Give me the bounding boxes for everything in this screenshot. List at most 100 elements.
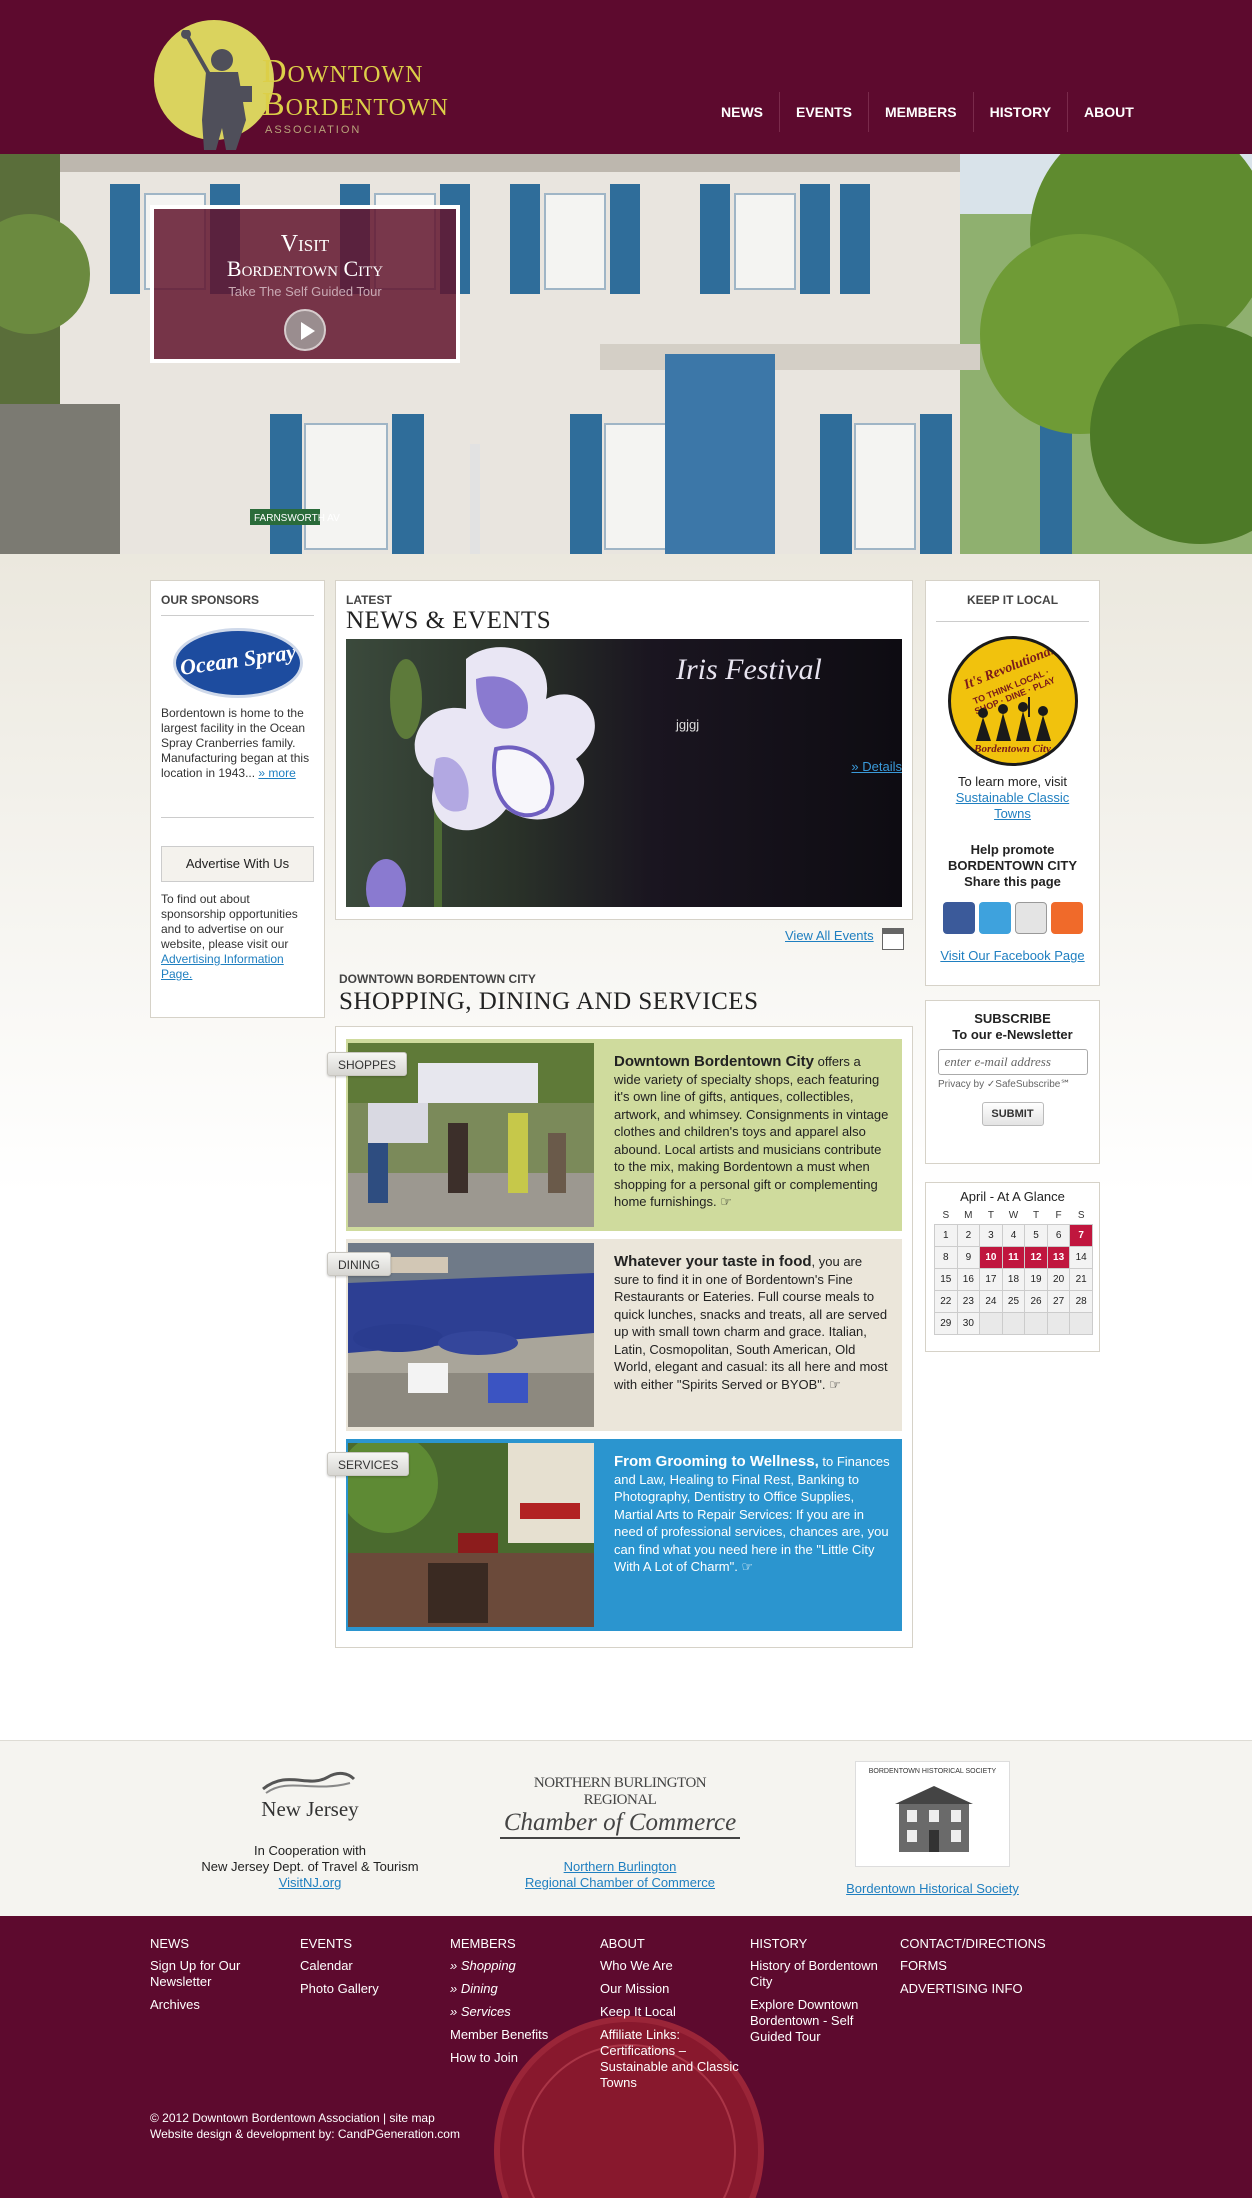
self-guided-tour-promo[interactable]: Visit Bordentown City Take The Self Guid…: [150, 205, 460, 363]
footer-link[interactable]: Sign Up for Our Newsletter: [150, 1958, 290, 1990]
advertising-info-link[interactable]: Advertising Information Page.: [161, 952, 284, 981]
chamber-logo[interactable]: NORTHERN BURLINGTON REGIONAL Chamber of …: [500, 1775, 740, 1839]
keep-local-text: To learn more, visit: [957, 774, 1068, 789]
slide-details-link[interactable]: » Details: [851, 759, 902, 774]
nav-members[interactable]: MEMBERS: [869, 92, 974, 132]
calendar-day[interactable]: 27: [1046, 1289, 1071, 1313]
footer-link[interactable]: Member Benefits: [450, 2027, 590, 2043]
calendar-day[interactable]: 13: [1046, 1245, 1071, 1269]
nav-events[interactable]: EVENTS: [780, 92, 870, 132]
services-lead: From Grooming to Wellness,: [614, 1453, 819, 1470]
calendar-day[interactable]: 24: [979, 1289, 1003, 1313]
calendar-day[interactable]: 14: [1069, 1245, 1093, 1269]
footer-link[interactable]: Archives: [150, 1997, 290, 2013]
calendar-day[interactable]: 16: [956, 1267, 981, 1291]
play-icon[interactable]: [284, 309, 326, 351]
calendar-day[interactable]: 22: [934, 1289, 958, 1313]
chamber-link-line1[interactable]: Northern Burlington: [490, 1859, 750, 1875]
calendar-day[interactable]: 1: [934, 1223, 958, 1247]
nj-logo-text[interactable]: New Jersey: [250, 1797, 370, 1822]
tab-shoppes[interactable]: SHOPPES: [327, 1052, 408, 1076]
twitter-icon[interactable]: [978, 902, 1011, 934]
footer-heading[interactable]: HISTORY: [750, 1936, 890, 1952]
calendar-day[interactable]: 26: [1024, 1289, 1048, 1313]
calendar-day[interactable]: 2: [956, 1223, 981, 1247]
services-row[interactable]: From Grooming to Wellness, to Finances a…: [346, 1439, 902, 1631]
footer-link[interactable]: Affiliate Links: Certifications – Sustai…: [600, 2027, 740, 2091]
historical-society-logo[interactable]: BORDENTOWN HISTORICAL SOCIETY: [855, 1761, 1010, 1867]
shoppes-row[interactable]: Downtown Bordentown City offers a wide v…: [346, 1039, 902, 1231]
sponsor-more-link[interactable]: » more: [258, 766, 295, 780]
tab-dining[interactable]: DINING: [327, 1252, 391, 1276]
visitnj-link[interactable]: VisitNJ.org: [279, 1875, 342, 1890]
footer-heading[interactable]: CONTACT/DIRECTIONS: [900, 1936, 1046, 1952]
nav-about[interactable]: ABOUT: [1068, 92, 1150, 132]
footer-link[interactable]: Calendar: [300, 1958, 440, 1974]
calendar-day[interactable]: 12: [1024, 1245, 1048, 1269]
revolutionary-badge[interactable]: It's Revolutionary TO THINK LOCAL · SHOP…: [947, 636, 1078, 766]
footer-heading[interactable]: ABOUT: [600, 1936, 740, 1952]
facebook-page-link[interactable]: Visit Our Facebook Page: [926, 948, 1099, 963]
footer-link[interactable]: Keep It Local: [600, 2004, 740, 2020]
footer-link[interactable]: ADVERTISING INFO: [900, 1981, 1040, 1997]
calendar-day[interactable]: 25: [1001, 1289, 1026, 1313]
calendar-day[interactable]: 6: [1046, 1223, 1071, 1247]
calendar-day[interactable]: 3: [979, 1223, 1003, 1247]
site-logo[interactable]: Downtown Bordentown ASSOCIATION: [152, 8, 472, 150]
calendar-icon[interactable]: [882, 928, 904, 950]
dining-row[interactable]: Whatever your taste in food, you are sur…: [346, 1239, 902, 1431]
nj-line2: New Jersey Dept. of Travel & Tourism: [201, 1859, 419, 1874]
calendar-day[interactable]: 7: [1069, 1223, 1093, 1247]
footer-link[interactable]: » Services: [450, 2004, 590, 2020]
ocean-spray-logo[interactable]: Ocean Spray: [172, 628, 303, 698]
keep-local-heading: KEEP IT LOCAL: [936, 593, 1089, 622]
calendar-day[interactable]: 8: [934, 1245, 958, 1269]
footer-heading[interactable]: EVENTS: [300, 1936, 440, 1952]
calendar-day[interactable]: 30: [956, 1311, 981, 1335]
chamber-link-line2[interactable]: Regional Chamber of Commerce: [490, 1875, 750, 1891]
footer-heading[interactable]: NEWS: [150, 1936, 290, 1952]
calendar-day[interactable]: 9: [956, 1245, 981, 1269]
footer-link[interactable]: Who We Are: [600, 1958, 740, 1974]
sustainable-towns-link[interactable]: Sustainable Classic Towns: [956, 790, 1069, 821]
footer-link[interactable]: » Shopping: [450, 1958, 590, 1974]
submit-button[interactable]: SUBMIT: [981, 1102, 1044, 1126]
calendar-day[interactable]: 29: [934, 1311, 958, 1335]
email-field[interactable]: enter e-mail address: [937, 1049, 1088, 1075]
calendar-day[interactable]: 21: [1069, 1267, 1093, 1291]
footer-link[interactable]: Our Mission: [600, 1981, 740, 1997]
calendar-day[interactable]: 19: [1024, 1267, 1048, 1291]
footer-link[interactable]: History of Bordentown City: [750, 1958, 890, 1990]
tab-services[interactable]: SERVICES: [327, 1452, 410, 1476]
copyright-text: © 2012 Downtown Bordentown Association |…: [150, 2111, 435, 2125]
facebook-icon[interactable]: [942, 902, 975, 934]
calendar-day[interactable]: 20: [1046, 1267, 1071, 1291]
calendar-day[interactable]: 15: [934, 1267, 958, 1291]
calendar-day[interactable]: 10: [979, 1245, 1003, 1269]
footer-link[interactable]: FORMS: [900, 1958, 1040, 1974]
historical-society-link[interactable]: Bordentown Historical Society: [846, 1881, 1019, 1896]
footer-heading[interactable]: MEMBERS: [450, 1936, 590, 1952]
calendar-day[interactable]: 11: [1001, 1245, 1026, 1269]
news-slideshow[interactable]: Iris Festival jgjgj » Details: [346, 639, 902, 907]
calendar-day[interactable]: 18: [1001, 1267, 1026, 1291]
calendar-week: 15 16 17 18 19 20 21: [934, 1267, 1093, 1291]
calendar-day[interactable]: 23: [956, 1289, 981, 1313]
footer-link[interactable]: » Dining: [450, 1981, 590, 1997]
nav-history[interactable]: HISTORY: [974, 92, 1069, 132]
privacy-note: Privacy by ✓SafeSubscribe℠: [938, 1079, 1071, 1090]
calendar-grid: SMTWTFS 1 2 3 4 5 6 7 8 9 10 11 12 13 14 15 16 17 18 19 20 2…: [934, 1208, 1093, 1335]
footer-link[interactable]: Explore Downtown Bordentown - Self Guide…: [750, 1997, 890, 2045]
calendar-day[interactable]: 17: [979, 1267, 1003, 1291]
calendar-day[interactable]: 28: [1069, 1289, 1093, 1313]
logo-text-line3: ASSOCIATION: [265, 124, 362, 136]
calendar-day[interactable]: 4: [1001, 1223, 1026, 1247]
nav-news[interactable]: NEWS: [705, 92, 780, 132]
view-all-events-link[interactable]: View All Events: [785, 928, 874, 943]
calendar-day[interactable]: 5: [1024, 1223, 1048, 1247]
footer-link[interactable]: Photo Gallery: [300, 1981, 440, 1997]
footer-link[interactable]: How to Join: [450, 2050, 590, 2066]
add-share-icon[interactable]: [1050, 902, 1083, 934]
advertise-button[interactable]: Advertise With Us: [161, 846, 314, 882]
email-icon[interactable]: [1014, 902, 1047, 934]
